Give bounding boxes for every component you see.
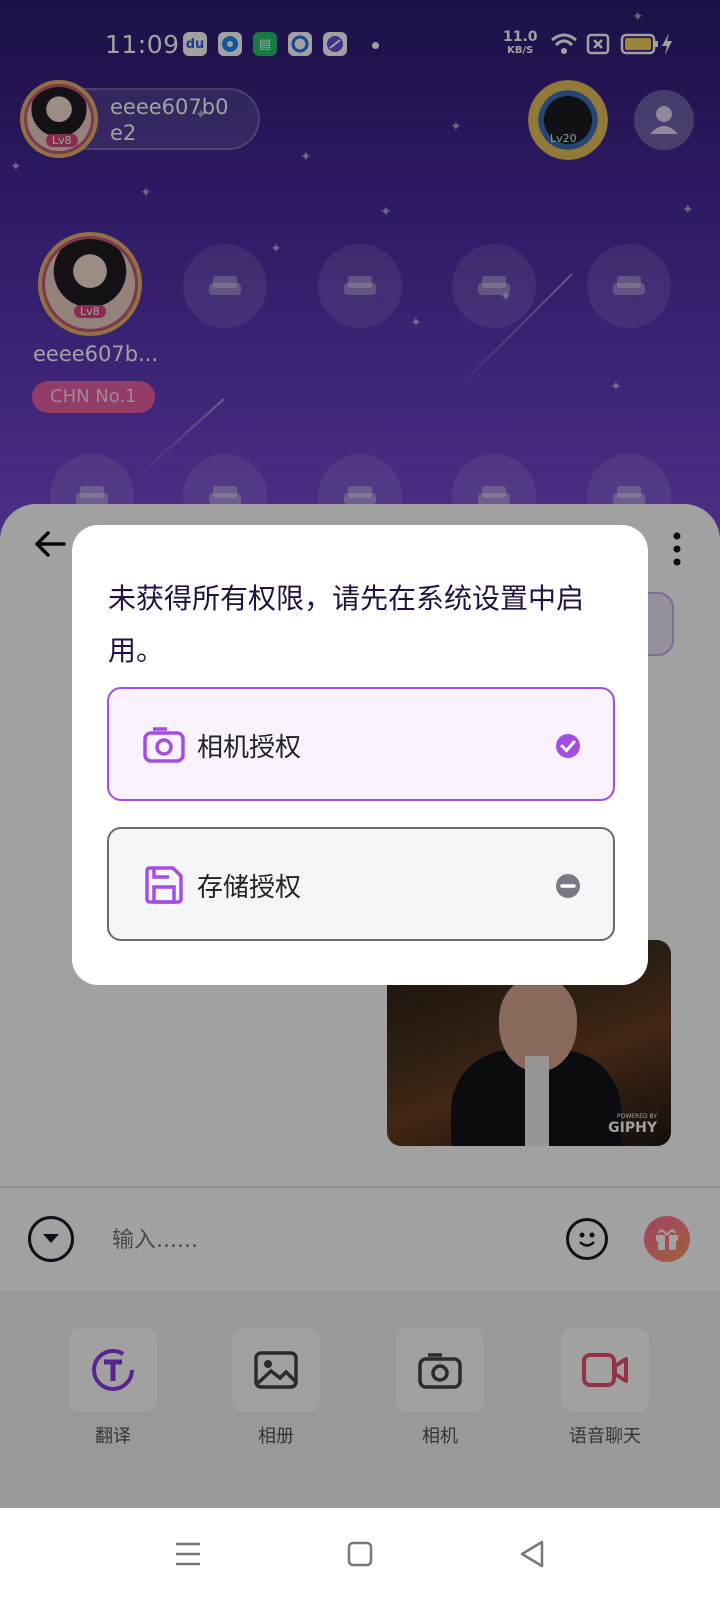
save-icon: [145, 866, 183, 904]
permission-label: 存储授权: [197, 873, 302, 903]
minus-circle-icon: [556, 874, 580, 898]
permission-label: 相机授权: [197, 733, 302, 763]
check-circle-icon: [556, 734, 580, 758]
permission-dialog: 未获得所有权限，请先在系统设置中启用。 相机授权 存储授权: [72, 525, 648, 985]
camera-icon: [143, 727, 185, 763]
back-icon[interactable]: [514, 1536, 550, 1572]
menu-icon[interactable]: [170, 1536, 206, 1572]
home-icon[interactable]: [342, 1536, 378, 1572]
dialog-message: 未获得所有权限，请先在系统设置中启用。: [108, 582, 585, 667]
camera-permission-row[interactable]: 相机授权: [107, 687, 615, 801]
storage-permission-row[interactable]: 存储授权: [107, 827, 615, 941]
system-nav-bar: [0, 1508, 720, 1600]
